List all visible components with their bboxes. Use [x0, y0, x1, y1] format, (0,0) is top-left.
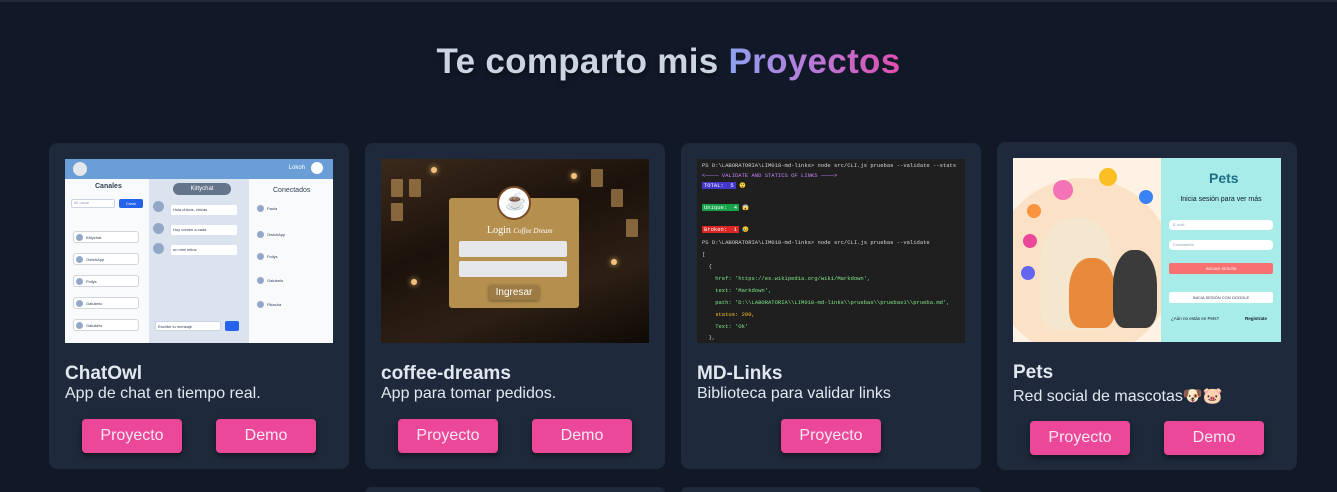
- connected-panel: Conectados Paola OwlchApp Pollys Gatubel…: [249, 179, 333, 343]
- project-button[interactable]: Proyecto: [781, 419, 881, 453]
- email-input: E-mail: [1169, 220, 1273, 230]
- project-screenshot: PS D:\LABORATORIA\LIM018-md-links> node …: [697, 159, 965, 343]
- user-avatar: [311, 162, 323, 174]
- channel-item: Gatubelo: [73, 297, 139, 309]
- message-avatar: [153, 201, 164, 212]
- project-title: MD-Links: [697, 363, 783, 384]
- channel-item: Pollys: [73, 275, 139, 287]
- project-card-coffee-dreams: Login Coffee Dream Ingresar coffee-dream…: [365, 143, 665, 469]
- heart-icon: [1053, 180, 1073, 200]
- section-heading: Te comparto mis Proyectos: [0, 42, 1337, 82]
- project-title: coffee-dreams: [381, 363, 511, 384]
- project-description: App para tomar pedidos.: [381, 385, 557, 402]
- demo-button[interactable]: Demo: [1164, 421, 1264, 455]
- channels-panel: Canales Mi canal Crear Kittychat OwlchAp…: [65, 179, 149, 343]
- terminal-line: [: [702, 251, 706, 258]
- project-description: Red social de mascotas🐶🐷: [1013, 388, 1223, 405]
- channel-input: Mi canal: [71, 199, 115, 208]
- channel-item: OwlchApp: [73, 253, 139, 265]
- chat-panel: [149, 179, 249, 343]
- no-account-text: ¿Aún no estás en Pets?: [1171, 316, 1220, 321]
- heading-prefix: Te comparto mis: [436, 42, 719, 81]
- message-input: Escribe tu mensaje: [155, 321, 221, 331]
- project-card-partial: [681, 487, 981, 492]
- terminal-line: path: 'D:\\LABORATORIA\\LIM018-md-links\…: [702, 299, 950, 306]
- connected-user: Paola: [255, 203, 321, 215]
- project-card-pets: Pets Inicia sesión para ver más E-mail C…: [997, 142, 1297, 470]
- chat-message: un mini mitos: [171, 245, 237, 255]
- terminal-line: href: 'https://es.wikipedia.org/wiki/Mar…: [702, 275, 871, 282]
- terminal-line: Unique: 4 😱: [702, 204, 750, 211]
- top-divider: [0, 0, 1337, 2]
- chat-title: Kittychat: [173, 183, 231, 195]
- project-title: Pets: [1013, 362, 1054, 383]
- demo-button[interactable]: Demo: [216, 419, 316, 453]
- register-link: Regístrate: [1245, 316, 1268, 321]
- terminal-line: PS D:\LABORATORIA\LIM018-md-links> node …: [702, 239, 930, 246]
- login-label: Login Coffee Dream: [487, 225, 553, 236]
- message-avatar: [153, 243, 164, 254]
- terminal-line: {: [702, 263, 712, 270]
- pets-logo: Pets: [1209, 170, 1239, 186]
- project-description: Biblioteca para validar links: [697, 385, 891, 402]
- password-input: Contraseña: [1169, 240, 1273, 250]
- user-name: Lokoh: [288, 165, 305, 171]
- terminal-line: PS D:\LABORATORIA\LIM018-md-links> node …: [702, 162, 957, 169]
- connected-title: Conectados: [273, 187, 311, 194]
- google-login-button: INICIA SESIÓN CON GOOGLE: [1169, 292, 1273, 303]
- connected-user: Pollys: [255, 251, 321, 263]
- chat-message: Hoy comen a cada: [171, 225, 237, 235]
- project-button[interactable]: Proyecto: [1030, 421, 1130, 455]
- project-screenshot: Login Coffee Dream Ingresar: [381, 159, 649, 343]
- connected-user: Gatubelo: [255, 275, 321, 287]
- terminal-line: Text: 'Ok': [702, 323, 749, 330]
- project-card-md-links: PS D:\LABORATORIA\LIM018-md-links> node …: [681, 143, 981, 469]
- message-avatar: [153, 223, 164, 234]
- channel-item: Kittychat: [73, 231, 139, 243]
- create-channel-button: Crear: [119, 199, 143, 208]
- project-button[interactable]: Proyecto: [82, 419, 182, 453]
- login-button: INICIAR SESIÓN: [1169, 263, 1273, 274]
- channels-title: Canales: [95, 183, 122, 190]
- login-title: Inicia sesión para ver más: [1180, 196, 1262, 203]
- project-card-chatowl: Lokoh Canales Mi canal Crear Kittychat O…: [49, 143, 349, 469]
- project-card-partial: [365, 487, 665, 492]
- connected-user: OwlchApp: [255, 229, 321, 241]
- password-field: [459, 261, 567, 277]
- project-screenshot: Pets Inicia sesión para ver más E-mail C…: [1013, 158, 1281, 342]
- user-field: [459, 241, 567, 257]
- terminal-line: status: 200,: [702, 311, 755, 318]
- connected-user: Pikacha: [255, 299, 321, 311]
- project-screenshot: Lokoh Canales Mi canal Crear Kittychat O…: [65, 159, 333, 343]
- terminal-line: TOTAL: 5 😲: [702, 182, 746, 189]
- send-icon: [225, 321, 239, 331]
- terminal-line: Broken: 1 😥: [702, 226, 750, 233]
- terminal-line: },: [702, 334, 716, 341]
- heading-highlight: Proyectos: [728, 42, 901, 81]
- channel-item: Gatubelo: [73, 319, 139, 331]
- owl-logo-icon: [73, 162, 87, 176]
- project-button[interactable]: Proyecto: [398, 419, 498, 453]
- terminal-line: text: 'Markdown',: [702, 287, 772, 294]
- login-button: Ingresar: [489, 285, 539, 300]
- project-title: ChatOwl: [65, 363, 143, 384]
- coffee-logo-icon: [497, 186, 531, 220]
- project-description: App de chat en tiempo real.: [65, 385, 261, 402]
- terminal-line: <──── VALIDATE AND STATICS OF LINKS ────…: [702, 172, 838, 179]
- chat-message: Hola chicos, chicas: [171, 205, 237, 215]
- demo-button[interactable]: Demo: [532, 419, 632, 453]
